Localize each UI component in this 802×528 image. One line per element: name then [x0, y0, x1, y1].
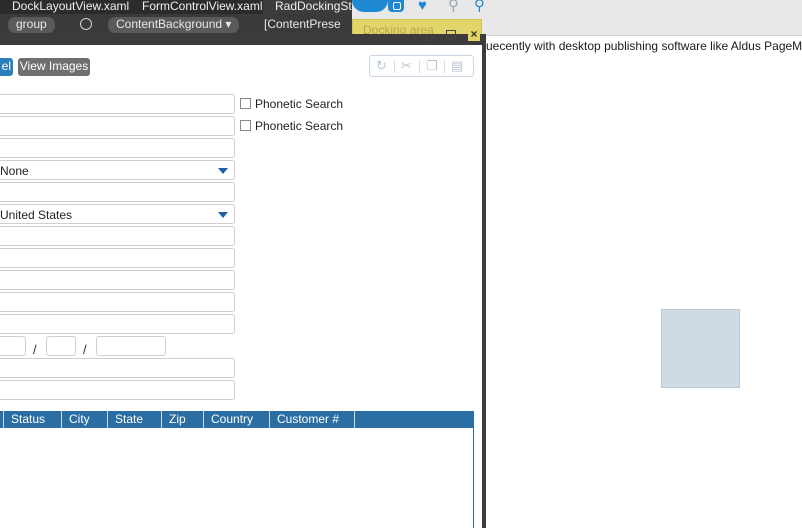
date-separator: /: [83, 342, 87, 357]
cut-icon[interactable]: ✂: [401, 59, 412, 73]
cancel-button[interactable]: el: [0, 58, 13, 76]
phonetic-search-checkbox-1[interactable]: [240, 98, 251, 109]
phonetic-search-checkbox-2[interactable]: [240, 120, 251, 131]
date-month-field[interactable]: [0, 336, 26, 356]
column-header-country[interactable]: Country: [203, 411, 269, 428]
document-tab-strip: DockLayoutView.xaml FormControlView.xaml…: [0, 0, 352, 14]
breadcrumb: group ContentBackground ▾ [ContentPrese: [0, 14, 352, 34]
column-header-zip[interactable]: Zip: [161, 411, 203, 428]
heart-icon[interactable]: ♥: [418, 0, 427, 13]
maximize-icon[interactable]: [446, 30, 456, 39]
document-text: uecently with desktop publishing softwar…: [486, 39, 802, 53]
toolbar-divider: [394, 60, 395, 73]
tab-raddockingstyle[interactable]: RadDockingSty: [263, 0, 352, 14]
date-year-field[interactable]: [96, 336, 166, 356]
country-dropdown-value: United States: [0, 208, 73, 222]
pane-splitter[interactable]: [482, 34, 486, 528]
view-images-button[interactable]: View Images: [18, 58, 90, 76]
breadcrumb-item-contentpresenter[interactable]: [ContentPrese: [264, 17, 341, 33]
breadcrumb-item-group[interactable]: group: [8, 17, 55, 33]
window-restore-icon[interactable]: [388, 0, 404, 12]
country-dropdown[interactable]: United States: [0, 204, 235, 224]
tab-docklayoutview[interactable]: DockLayoutView.xaml: [0, 0, 130, 14]
status-dropdown-value: None: [0, 164, 29, 178]
toolbar-divider: [444, 60, 445, 73]
minimize-icon[interactable]: _: [426, 28, 433, 40]
toolbar-divider: [419, 60, 420, 73]
text-field[interactable]: [0, 138, 235, 158]
chevron-down-icon: [218, 168, 228, 174]
breadcrumb-item-contentbackground[interactable]: ContentBackground ▾: [108, 17, 240, 33]
search-icon[interactable]: ⚲: [474, 0, 485, 13]
column-header-status[interactable]: Status: [3, 411, 61, 428]
chevron-down-icon: [218, 212, 228, 218]
first-name-field[interactable]: [0, 94, 235, 114]
column-header-state[interactable]: State: [107, 411, 161, 428]
column-header-customer-number[interactable]: Customer #: [269, 411, 355, 428]
text-field[interactable]: [0, 380, 235, 400]
refresh-icon[interactable]: ↻: [376, 59, 387, 73]
text-field[interactable]: [0, 292, 235, 312]
text-field[interactable]: [0, 358, 235, 378]
phonetic-search-label: Phonetic Search: [255, 97, 344, 111]
date-separator: /: [33, 342, 37, 357]
settings-icon[interactable]: [80, 18, 92, 30]
text-field[interactable]: [0, 226, 235, 246]
close-icon[interactable]: ×: [468, 28, 480, 41]
text-field[interactable]: [0, 314, 235, 334]
text-field[interactable]: [0, 270, 235, 290]
grid-body[interactable]: [0, 428, 474, 528]
form-panel: el View Images ↻ ✂ ❐ ▤ Phonetic Search P…: [0, 45, 482, 528]
pin-icon[interactable]: ⚲: [448, 0, 459, 13]
edit-toolbar: ↻ ✂ ❐ ▤: [369, 55, 474, 77]
tab-formcontrolview[interactable]: FormControlView.xaml: [130, 0, 263, 14]
status-dropdown[interactable]: None: [0, 160, 235, 180]
pane-header[interactable]: [0, 34, 486, 45]
phonetic-search-label: Phonetic Search: [255, 119, 344, 133]
grid-header: Status City State Zip Country Customer #: [0, 411, 474, 428]
last-name-field[interactable]: [0, 116, 235, 136]
copy-icon[interactable]: ❐: [426, 59, 438, 73]
text-field[interactable]: [0, 248, 235, 268]
text-field[interactable]: [0, 182, 235, 202]
image-placeholder[interactable]: [661, 309, 740, 388]
paste-icon[interactable]: ▤: [451, 59, 463, 73]
column-header-city[interactable]: City: [61, 411, 107, 428]
date-day-field[interactable]: [46, 336, 76, 356]
